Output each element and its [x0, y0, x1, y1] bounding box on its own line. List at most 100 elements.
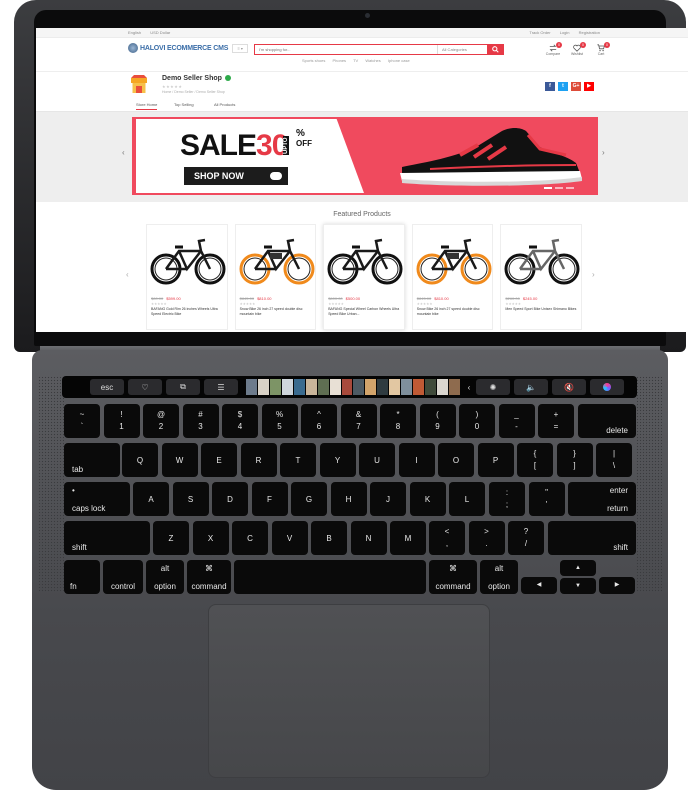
- key-m[interactable]: M: [390, 521, 426, 555]
- key-u[interactable]: U: [359, 443, 395, 477]
- key-i[interactable]: I: [398, 443, 435, 477]
- left-command-key[interactable]: ⌘ command: [187, 560, 231, 594]
- carousel-next-icon[interactable]: ›: [592, 270, 595, 279]
- google-plus-icon[interactable]: G+: [571, 82, 581, 91]
- key-x[interactable]: X: [192, 521, 229, 555]
- key-symbol[interactable]: }]: [556, 443, 593, 477]
- volume-icon[interactable]: 🔈: [514, 379, 548, 395]
- key-2[interactable]: @2: [143, 404, 179, 438]
- fn-key[interactable]: fn: [64, 560, 100, 594]
- key-d[interactable]: D: [212, 482, 248, 516]
- key-symbol[interactable]: " ': [528, 482, 565, 516]
- key-p[interactable]: P: [477, 443, 514, 477]
- product-card[interactable]: $260.00 $245.00 ★★★★★ Men Speed Sport Bike …: [500, 224, 582, 330]
- key-t[interactable]: T: [280, 443, 316, 477]
- popular-search-link[interactable]: Watches: [365, 58, 380, 63]
- product-name[interactable]: BAFANG Special Wheel Carbon Wheels Ultra…: [328, 307, 402, 316]
- key-g[interactable]: G: [291, 482, 327, 516]
- right-command-key[interactable]: ⌘ command: [429, 560, 477, 594]
- product-name[interactable]: BAFANG Gold Rim 26 inches Wheels Ultra S…: [151, 307, 225, 316]
- product-card[interactable]: $845.00 $810.00 ★★★★★ Snow Bike 26 inch 27 …: [411, 224, 494, 330]
- currency-selector[interactable]: USD Dollar: [150, 30, 170, 35]
- key-k[interactable]: K: [409, 482, 446, 516]
- tab-preview-strip[interactable]: [246, 379, 460, 395]
- key-3[interactable]: #3: [182, 404, 219, 438]
- product-name[interactable]: Men Speed Sport Bike Unisex Shimano Bike…: [505, 307, 579, 312]
- key-`[interactable]: ~ `: [64, 404, 100, 438]
- siri-icon[interactable]: [590, 379, 624, 395]
- key-z[interactable]: Z: [153, 521, 189, 555]
- right-shift-key[interactable]: shift: [548, 521, 636, 555]
- key-r[interactable]: R: [240, 443, 277, 477]
- key-n[interactable]: N: [350, 521, 387, 555]
- key-a[interactable]: A: [133, 482, 169, 516]
- banner-next-icon[interactable]: ›: [602, 148, 605, 157]
- left-option-key[interactable]: alt option: [146, 560, 184, 594]
- product-name[interactable]: Snow Bike 26 inch 27 speed double disc m…: [417, 307, 491, 316]
- shop-now-button[interactable]: SHOP NOW: [184, 167, 288, 185]
- key-w[interactable]: W: [161, 443, 198, 477]
- key-8[interactable]: * 8: [380, 404, 416, 438]
- product-card[interactable]: $845.00 $810.00 ★★★★★ Snow Bike 26 inch 27 …: [234, 224, 317, 330]
- popular-search-link[interactable]: TV: [353, 58, 358, 63]
- key-c[interactable]: C: [232, 521, 268, 555]
- trackpad[interactable]: [208, 604, 490, 778]
- tab-top-selling[interactable]: Top Selling: [174, 102, 194, 107]
- product-card[interactable]: $600.00 $500.00 ★★★★★ BAFANG Special Wheel …: [323, 224, 405, 330]
- key-symbol[interactable]: :;: [489, 482, 525, 516]
- left-arrow-key[interactable]: ◀: [521, 577, 557, 594]
- down-arrow-key[interactable]: ▼: [560, 578, 596, 594]
- delete-key[interactable]: delete: [578, 404, 636, 438]
- popular-search-link[interactable]: Sports shoes: [302, 58, 325, 63]
- key-7[interactable]: & 7: [340, 404, 377, 438]
- space-bar[interactable]: [234, 560, 426, 594]
- key-1[interactable]: ! 1: [103, 404, 140, 438]
- key-v[interactable]: V: [271, 521, 308, 555]
- control-key[interactable]: control: [103, 560, 143, 594]
- key-4[interactable]: $4: [222, 404, 258, 438]
- right-arrow-key[interactable]: ▶: [599, 577, 635, 594]
- key-q[interactable]: Q: [122, 443, 158, 477]
- product-name[interactable]: Snow Bike 26 inch 27 speed double disc m…: [240, 307, 314, 316]
- search-category-select[interactable]: All Categories: [437, 45, 487, 54]
- esc-key[interactable]: esc: [90, 379, 124, 395]
- left-shift-key[interactable]: shift: [64, 521, 150, 555]
- site-logo[interactable]: HALOVI ECOMMERCE CMS ≡ ▾: [128, 43, 249, 53]
- up-arrow-key[interactable]: ▲: [560, 560, 596, 576]
- caps-lock-key[interactable]: • caps lock: [64, 482, 130, 516]
- key-b[interactable]: B: [311, 521, 347, 555]
- key-s[interactable]: S: [172, 482, 209, 516]
- login-link[interactable]: Login: [560, 30, 570, 35]
- category-menu-button[interactable]: ≡ ▾: [232, 43, 249, 53]
- key--[interactable]: _ -: [498, 404, 535, 438]
- key-=[interactable]: + =: [538, 404, 574, 438]
- banner-pagination[interactable]: [544, 187, 574, 189]
- key-symbol[interactable]: | \: [596, 443, 632, 477]
- key-symbol[interactable]: ? /: [508, 521, 544, 555]
- tabs-icon[interactable]: ⧉: [166, 379, 200, 395]
- facebook-icon[interactable]: f: [545, 82, 555, 91]
- sale-banner[interactable]: SALE30 UPTO % OFF SHOP NOW: [132, 117, 598, 195]
- popular-search-link[interactable]: Iphone case: [388, 58, 410, 63]
- track-order-link[interactable]: Track Order: [529, 30, 550, 35]
- language-selector[interactable]: English: [128, 30, 141, 35]
- key-f[interactable]: F: [251, 482, 288, 516]
- key-y[interactable]: Y: [319, 443, 356, 477]
- key-0[interactable]: ) 0: [459, 404, 495, 438]
- carousel-prev-icon[interactable]: ‹: [126, 270, 129, 279]
- key-j[interactable]: J: [370, 482, 406, 516]
- key-h[interactable]: H: [330, 482, 367, 516]
- cart-button[interactable]: Cart 0: [594, 42, 610, 58]
- key-symbol[interactable]: <,: [429, 521, 465, 555]
- banner-prev-icon[interactable]: ‹: [122, 148, 125, 157]
- key-symbol[interactable]: >.: [468, 521, 505, 555]
- wishlist-button[interactable]: Wishlist 0: [570, 42, 586, 58]
- tab-all-products[interactable]: All Products: [214, 102, 235, 107]
- settings-sliders-icon[interactable]: ☰: [204, 379, 238, 395]
- twitter-icon[interactable]: t: [558, 82, 568, 91]
- return-key[interactable]: enter return: [568, 482, 636, 516]
- tab-key[interactable]: tab: [64, 443, 120, 477]
- key-5[interactable]: % 5: [261, 404, 298, 438]
- mute-icon[interactable]: 🔇: [552, 379, 586, 395]
- tab-store-home[interactable]: Store Home: [136, 102, 158, 110]
